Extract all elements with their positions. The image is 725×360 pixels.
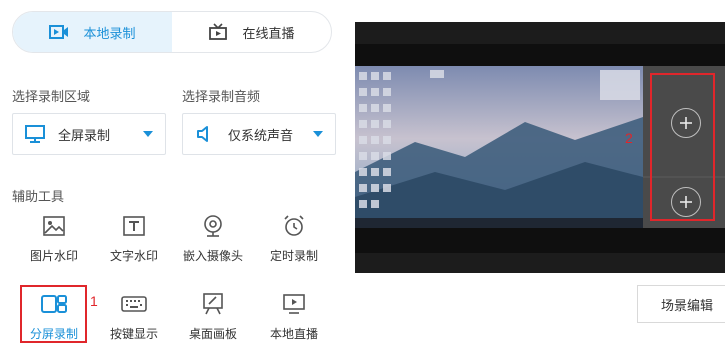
play-screen-icon xyxy=(281,291,307,317)
record-audio-label: 选择录制音频 xyxy=(182,89,261,104)
tab-label: 本地录制 xyxy=(83,25,136,41)
tool-local-live[interactable]: 本地直播 xyxy=(261,291,327,342)
alarm-clock-icon xyxy=(281,213,307,239)
text-icon xyxy=(121,213,147,239)
record-audio-select[interactable]: 仅系统声音 xyxy=(182,113,336,155)
annotation-1: 1 xyxy=(90,293,98,309)
tool-label: 定时录制 xyxy=(269,249,318,263)
tool-embed-webcam[interactable]: 嵌入摄像头 xyxy=(180,213,246,264)
tool-scheduled-record[interactable]: 定时录制 xyxy=(261,213,327,264)
video-camera-icon xyxy=(49,25,69,39)
tool-image-watermark[interactable]: 图片水印 xyxy=(21,213,87,264)
record-area-value: 全屏录制 xyxy=(58,127,111,143)
tool-label: 图片水印 xyxy=(29,249,78,263)
tool-label: 嵌入摄像头 xyxy=(182,249,243,263)
record-audio-value: 仅系统声音 xyxy=(228,127,294,143)
speaker-icon xyxy=(194,124,216,144)
webcam-icon xyxy=(200,213,226,239)
keyboard-icon xyxy=(121,291,147,317)
tools-label: 辅助工具 xyxy=(12,189,65,204)
image-icon xyxy=(41,213,67,239)
easel-icon xyxy=(200,291,226,317)
chevron-down-icon xyxy=(143,131,153,137)
tab-live-stream[interactable]: 在线直播 xyxy=(172,12,331,52)
annotation-2: 2 xyxy=(625,130,633,146)
tool-label: 按键显示 xyxy=(109,327,158,341)
chevron-down-icon xyxy=(313,131,323,137)
tool-key-display[interactable]: 按键显示 xyxy=(101,291,167,342)
tool-label: 桌面画板 xyxy=(188,327,237,341)
record-area-select[interactable]: 全屏录制 xyxy=(12,113,166,155)
record-area-label: 选择录制区域 xyxy=(12,89,91,104)
highlight-box-split-screen xyxy=(20,285,87,343)
tv-icon xyxy=(209,23,228,40)
tool-label: 本地直播 xyxy=(269,327,318,341)
tool-text-watermark[interactable]: 文字水印 xyxy=(101,213,167,264)
tab-label: 在线直播 xyxy=(242,25,295,41)
mode-tabs: 本地录制 在线直播 xyxy=(12,11,332,53)
tool-desktop-whiteboard[interactable]: 桌面画板 xyxy=(180,291,246,342)
tool-label: 文字水印 xyxy=(109,249,158,263)
monitor-icon xyxy=(24,124,46,144)
tab-local-record[interactable]: 本地录制 xyxy=(13,12,172,52)
scene-edit-button[interactable]: 场景编辑 xyxy=(637,285,725,323)
highlight-box-split-slots xyxy=(650,73,715,221)
